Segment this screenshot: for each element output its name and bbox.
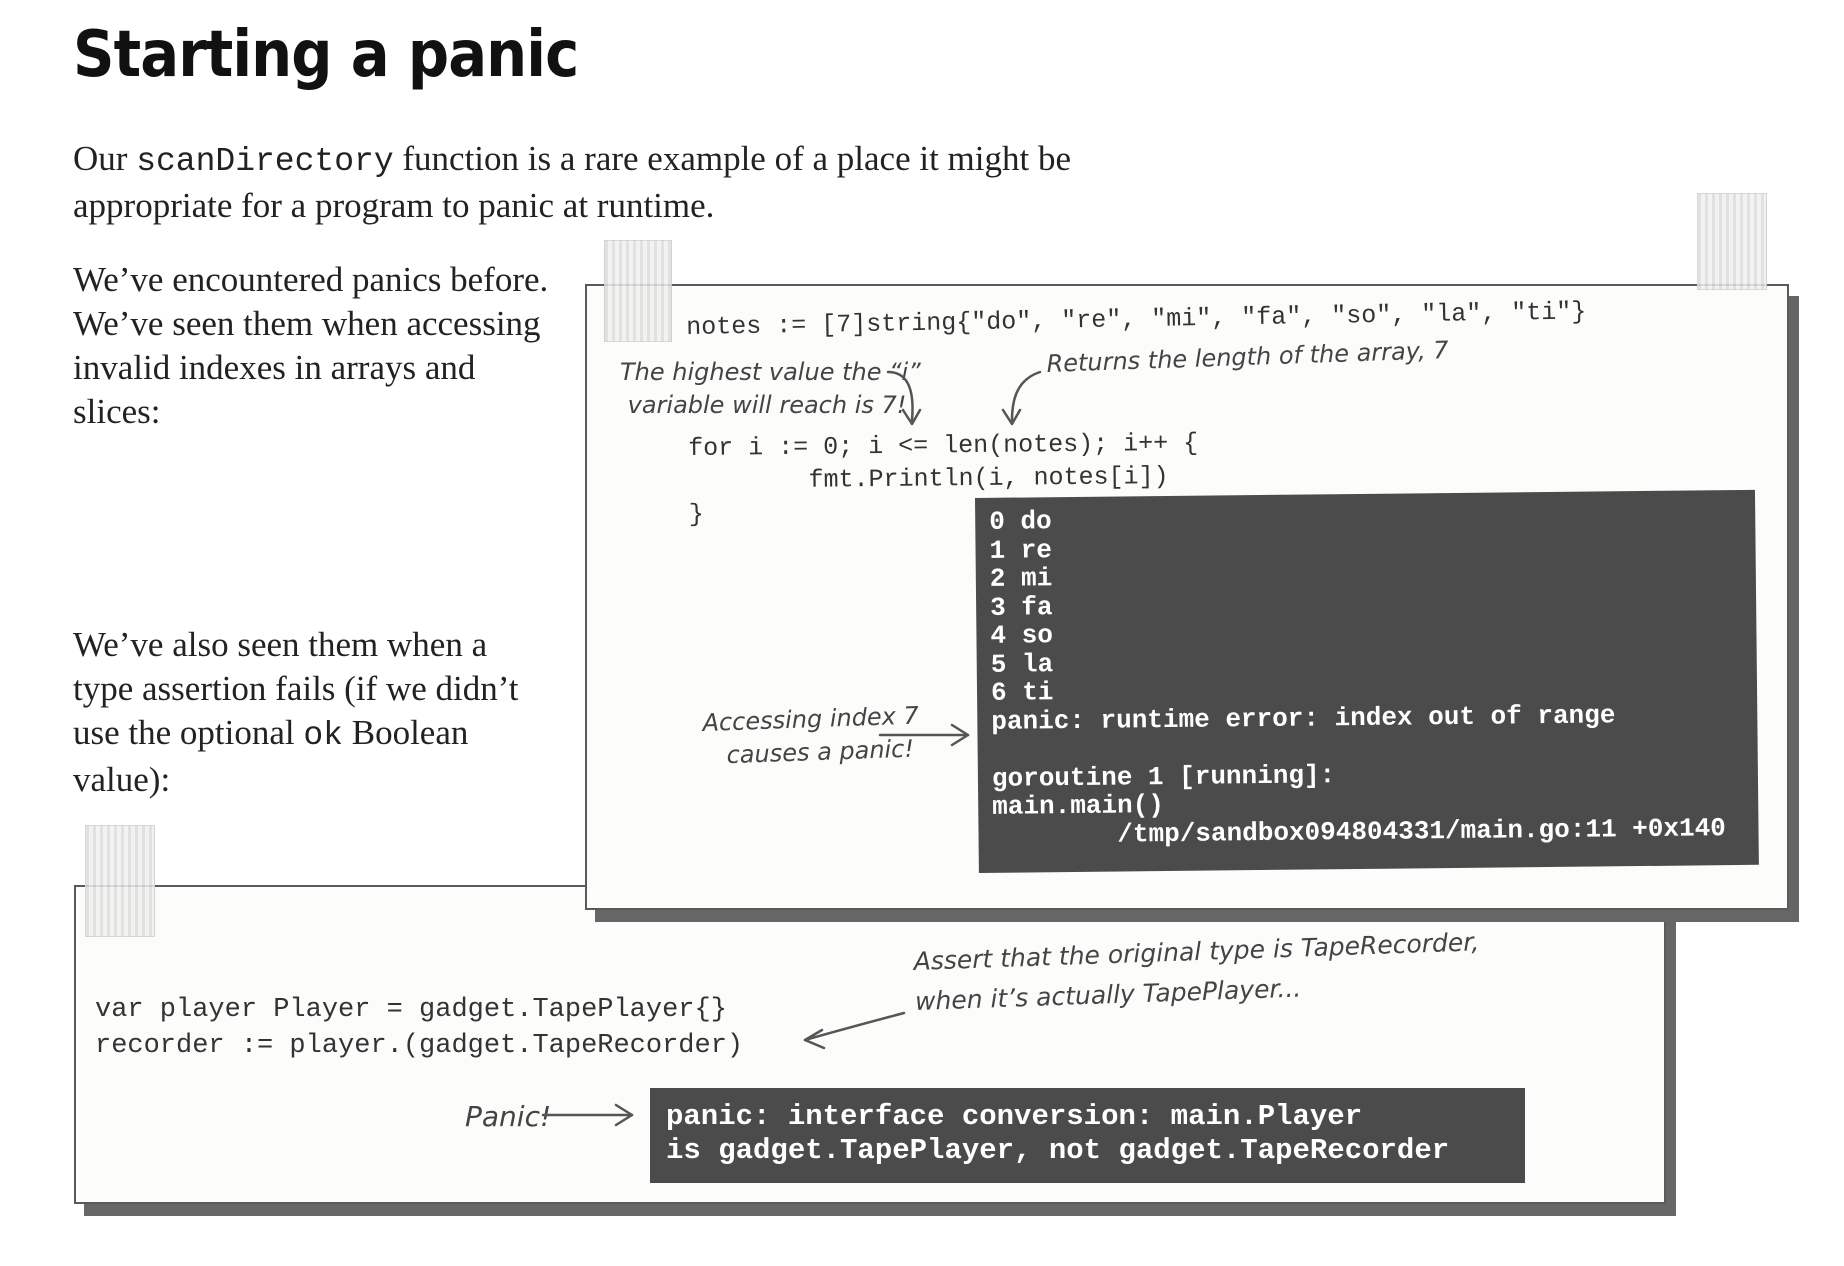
arrow-accessing-index (878, 723, 970, 747)
arrow-assert-type (803, 1011, 906, 1050)
annotation-arrows (541, 370, 1042, 1127)
arrow-length (1001, 370, 1042, 426)
arrow-panic (541, 1103, 634, 1127)
arrow-highest-value (886, 370, 922, 426)
